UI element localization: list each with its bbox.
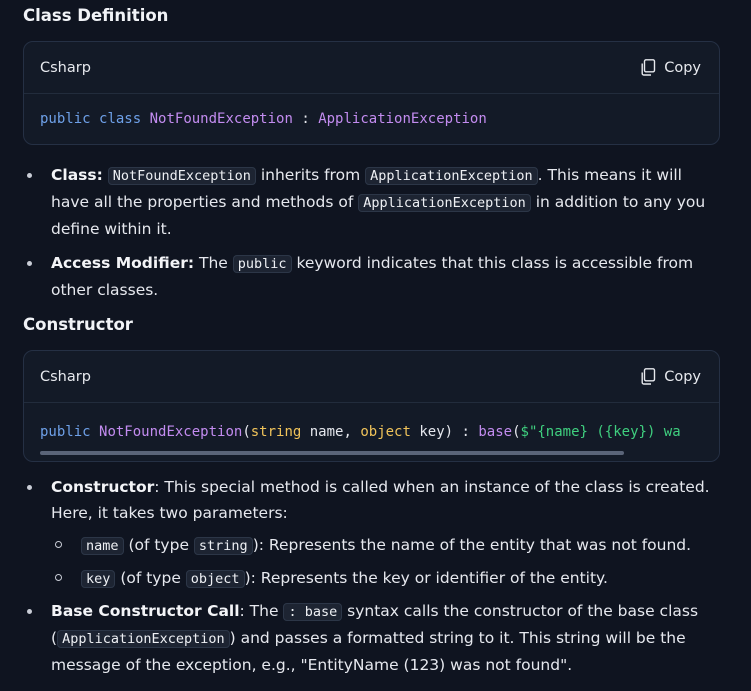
code-content[interactable]: public NotFoundException(string name, ob… (24, 403, 719, 461)
code-token: $"{name} ({key}) wa (520, 424, 681, 440)
code-token: base (478, 424, 513, 440)
bullet-label: Base Constructor Call (51, 602, 240, 620)
code-token: public (40, 424, 91, 440)
inline-code: NotFoundException (107, 167, 256, 185)
bullet-text: inherits from (255, 166, 366, 184)
inline-code: public (232, 255, 292, 273)
horizontal-scrollbar[interactable] (40, 451, 624, 455)
code-token: string (250, 424, 302, 440)
bullet-text: The (194, 254, 233, 272)
bullet-colon: : (96, 166, 103, 184)
parameter-list: name (of type string): Represents the na… (51, 532, 723, 592)
code-token: ( (242, 424, 251, 440)
code-block-header: Csharp Copy (24, 351, 719, 403)
list-item: name (of type string): Represents the na… (51, 532, 723, 559)
code-block-constructor: Csharp Copy public NotFoundException(str… (23, 350, 720, 462)
bullet-label: Class (51, 166, 97, 184)
bullet-label: Constructor (51, 478, 155, 496)
code-token: name, (301, 424, 361, 440)
copy-label: Copy (664, 59, 701, 76)
code-token: ApplicationException (318, 111, 487, 127)
code-fade-overlay (679, 403, 719, 461)
code-token: : (292, 111, 319, 127)
code-token: NotFoundException (149, 111, 293, 127)
code-content[interactable]: public class NotFoundException : Applica… (24, 94, 719, 144)
constructor-bullet-list: Constructor: This special method is call… (23, 474, 723, 678)
bullet-text: ): Represents the key or identifier of t… (244, 569, 608, 587)
copy-icon (641, 59, 656, 76)
code-token: key) : (410, 424, 479, 440)
code-language-label: Csharp (40, 368, 91, 385)
list-item: key (of type object): Represents the key… (51, 565, 723, 592)
inline-code: : base (283, 603, 343, 621)
code-language-label: Csharp (40, 59, 91, 76)
code-token: object (360, 424, 411, 440)
chat-response: Class Definition Csharp Copy public clas… (0, 0, 751, 691)
bullet-text: (of type (115, 569, 186, 587)
inline-code: name (81, 537, 124, 555)
section-heading-class-definition: Class Definition (23, 6, 169, 25)
code-block-header: Csharp Copy (24, 42, 719, 94)
inline-code: ApplicationException (57, 630, 230, 648)
code-block-class-definition: Csharp Copy public class NotFoundExcepti… (23, 41, 720, 145)
copy-label: Copy (664, 368, 701, 385)
code-token: class (99, 111, 142, 127)
list-item: Constructor: This special method is call… (23, 474, 723, 592)
inline-code: ApplicationException (358, 194, 531, 212)
list-item: Access Modifier: The public keyword indi… (23, 250, 723, 303)
code-token: public (40, 111, 91, 127)
code-token: ( (512, 424, 521, 440)
list-item: Base Constructor Call: The : base syntax… (23, 598, 723, 678)
copy-button[interactable]: Copy (641, 368, 701, 385)
code-token: NotFoundException (99, 424, 243, 440)
section-heading-constructor: Constructor (23, 315, 133, 334)
bullet-text: : The (239, 602, 284, 620)
bullet-label: Access Modifier (51, 254, 188, 272)
inline-code: key (81, 570, 116, 588)
copy-icon (641, 368, 656, 385)
bullet-text: (of type (123, 536, 194, 554)
bullet-text: ): Represents the name of the entity tha… (252, 536, 692, 554)
inline-code: string (193, 537, 253, 555)
list-item: Class: NotFoundException inherits from A… (23, 162, 723, 242)
class-bullet-list: Class: NotFoundException inherits from A… (23, 162, 723, 303)
inline-code: object (185, 570, 245, 588)
copy-button[interactable]: Copy (641, 59, 701, 76)
inline-code: ApplicationException (365, 167, 538, 185)
